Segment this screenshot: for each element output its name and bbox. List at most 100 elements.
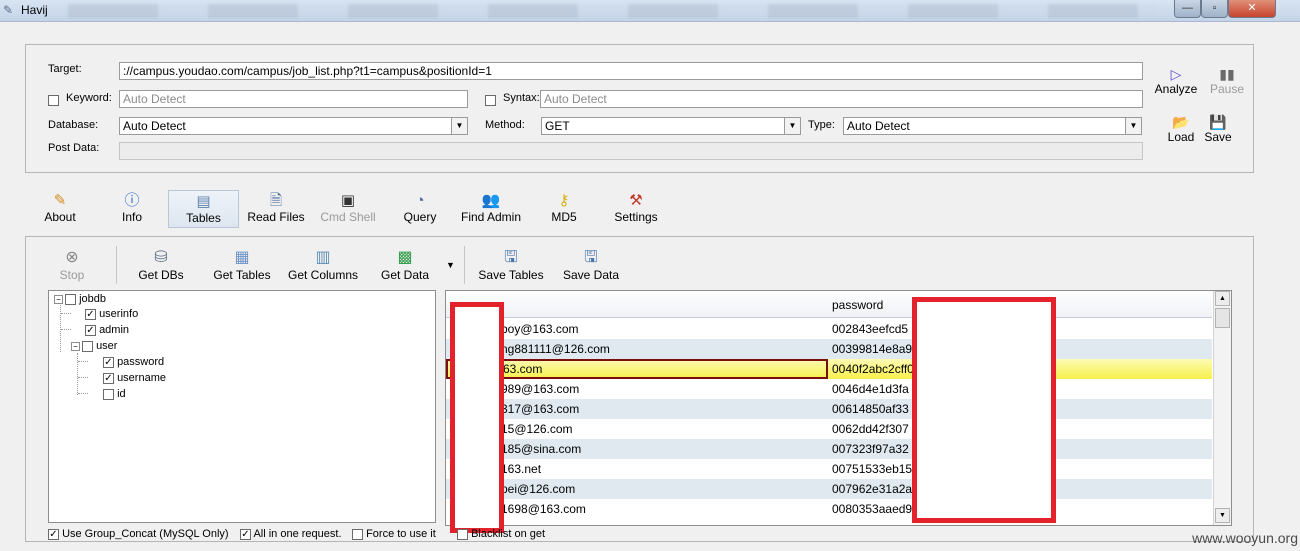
terminal-icon: ▣ xyxy=(340,192,356,209)
load-button[interactable]: 📂 Load xyxy=(1163,114,1199,144)
tree-checkbox[interactable]: ✓ xyxy=(103,356,114,368)
window-title: Havij xyxy=(21,3,48,17)
info-icon: ⓘ xyxy=(124,192,140,209)
method-select[interactable]: GET ▼ xyxy=(541,117,801,135)
tree-checkbox[interactable] xyxy=(65,293,76,305)
tree-node-column[interactable]: ✓ username xyxy=(103,371,166,385)
close-button[interactable]: ✕ xyxy=(1228,0,1276,18)
minimize-button[interactable]: — xyxy=(1174,0,1201,18)
table-row[interactable]: 1698@163.com 0080353aaed9 xyxy=(446,499,1212,519)
target-label: Target: xyxy=(48,63,82,75)
tree-checkbox[interactable]: ✓ xyxy=(85,308,96,320)
tab-about-label: About xyxy=(44,210,76,224)
toolbar-separator xyxy=(464,246,465,284)
tree-guide-line xyxy=(78,361,88,362)
force-checkbox[interactable] xyxy=(352,528,363,540)
table-row[interactable]: 163.net 00751533eb15 xyxy=(446,459,1212,479)
table-row[interactable]: 317@163.com 00614850af33 xyxy=(446,399,1212,419)
table-row[interactable]: ng881111@126.com 00399814e8a9 xyxy=(446,339,1212,359)
database-icon: ⛁ xyxy=(154,249,168,266)
all-in-one-option[interactable]: ✓ All in one request. xyxy=(240,528,342,540)
table-row[interactable]: pei@126.com 007962e31a2a xyxy=(446,479,1212,499)
table-row[interactable]: 989@163.com 0046d4e1d3fa xyxy=(446,379,1212,399)
tab-read-files[interactable]: 🗎 Read Files xyxy=(244,192,308,224)
tree-node-label: id xyxy=(117,388,126,400)
query-icon: ◔ xyxy=(415,192,425,209)
tree-node-column[interactable]: id xyxy=(103,387,126,401)
post-data-input[interactable] xyxy=(119,142,1143,160)
group-concat-checkbox[interactable]: ✓ xyxy=(48,528,59,540)
chevron-down-icon: ▼ xyxy=(784,118,800,134)
pencil-icon: ✎ xyxy=(53,192,67,209)
table-row[interactable]: 15@126.com 0062dd42f307 xyxy=(446,419,1212,439)
keyword-input[interactable]: Auto Detect xyxy=(119,90,468,108)
get-columns-label: Get Columns xyxy=(287,268,359,282)
type-select[interactable]: Auto Detect ▼ xyxy=(843,117,1142,135)
data-grid[interactable]: password boy@163.com 002843eefcd5 ng8811… xyxy=(445,290,1232,526)
target-url-input[interactable]: ://campus.youdao.com/campus/job_list.php… xyxy=(119,62,1143,80)
floppy-disk-icon: 🖫 xyxy=(504,249,518,266)
tree-checkbox[interactable]: ✓ xyxy=(85,324,96,336)
group-concat-label: Use Group_Concat (MySQL Only) xyxy=(62,528,229,540)
document-icon: 🗎 xyxy=(269,192,283,209)
get-tables-button[interactable]: ▦ Get Tables xyxy=(209,248,275,282)
get-data-label: Get Data xyxy=(380,268,430,282)
pause-button[interactable]: ▮▮ Pause xyxy=(1207,66,1247,96)
syntax-checkbox[interactable] xyxy=(485,93,496,107)
maximize-button[interactable]: ▫ xyxy=(1201,0,1228,18)
keyword-checkbox[interactable] xyxy=(48,93,59,107)
column-header-password[interactable]: password xyxy=(832,298,883,312)
scroll-down-icon[interactable]: ▼ xyxy=(1215,508,1230,523)
table-row-selected[interactable]: 63.com 0040f2abc2cff0 xyxy=(446,359,1212,379)
syntax-label: Syntax: xyxy=(503,92,540,104)
tree-checkbox[interactable] xyxy=(82,340,93,352)
tree-node-table[interactable]: ✓ userinfo xyxy=(85,307,138,321)
tab-find-admin[interactable]: 👥 Find Admin xyxy=(457,192,525,224)
blacklist-checkbox[interactable] xyxy=(457,528,468,540)
vertical-scrollbar[interactable]: ▲ ▼ xyxy=(1213,291,1231,525)
table-row[interactable]: 185@sina.com 007323f97a32 xyxy=(446,439,1212,459)
get-columns-button[interactable]: ▥ Get Columns xyxy=(285,248,361,282)
tab-md5[interactable]: ⚷ MD5 xyxy=(546,192,582,224)
tab-info[interactable]: ⓘ Info xyxy=(112,192,152,224)
blacklist-option[interactable]: Blacklist on get xyxy=(457,528,545,540)
collapse-icon[interactable]: − xyxy=(71,341,80,351)
database-tree[interactable]: − jobdb ✓ userinfo ✓ admin − user ✓ pass… xyxy=(48,290,436,523)
force-option[interactable]: Force to use it xyxy=(352,528,436,540)
tab-tables[interactable]: ▤ Tables xyxy=(168,190,239,228)
database-select[interactable]: Auto Detect ▼ xyxy=(119,117,468,135)
save-data-button[interactable]: 🖫 Save Data xyxy=(560,248,622,282)
analyze-button[interactable]: ▷ Analyze xyxy=(1153,66,1199,96)
tab-settings[interactable]: ⚒ Settings xyxy=(610,192,662,224)
table-row[interactable]: boy@163.com 002843eefcd5 xyxy=(446,319,1212,339)
all-in-one-checkbox[interactable]: ✓ xyxy=(240,528,251,540)
tree-guide-line xyxy=(61,313,71,314)
syntax-input[interactable]: Auto Detect xyxy=(540,90,1143,108)
floppy-disk-icon: 💾 xyxy=(1209,114,1227,130)
tab-cmd-shell[interactable]: ▣ Cmd Shell xyxy=(316,192,380,224)
tree-node-table[interactable]: ✓ admin xyxy=(85,323,129,337)
tab-query-label: Query xyxy=(403,210,437,224)
get-dbs-button[interactable]: ⛁ Get DBs xyxy=(135,248,187,282)
collapse-icon[interactable]: − xyxy=(54,294,63,304)
tab-query[interactable]: ◔ Query xyxy=(398,192,442,224)
redaction-box xyxy=(912,297,1056,523)
tree-checkbox[interactable]: ✓ xyxy=(103,372,114,384)
group-concat-option[interactable]: ✓ Use Group_Concat (MySQL Only) xyxy=(48,528,229,540)
scrollbar-thumb[interactable] xyxy=(1215,308,1230,328)
tree-node-db[interactable]: − jobdb xyxy=(54,292,106,306)
tree-checkbox[interactable] xyxy=(103,388,114,400)
tree-node-column[interactable]: ✓ password xyxy=(103,355,164,369)
stop-button[interactable]: ⊗ Stop xyxy=(53,248,91,282)
get-data-dropdown-icon[interactable]: ▼ xyxy=(446,260,455,270)
floppy-disk-icon: 🖫 xyxy=(584,249,598,266)
tree-node-table[interactable]: − user xyxy=(71,339,117,353)
get-tables-label: Get Tables xyxy=(213,268,271,282)
save-tables-button[interactable]: 🖫 Save Tables xyxy=(475,248,547,282)
get-data-button[interactable]: ▩ Get Data xyxy=(377,248,433,282)
force-label: Force to use it xyxy=(366,528,436,540)
tab-about[interactable]: ✎ About xyxy=(37,192,83,224)
save-button[interactable]: 💾 Save xyxy=(1201,114,1235,144)
scroll-up-icon[interactable]: ▲ xyxy=(1215,291,1230,306)
grid-icon: ▦ xyxy=(234,249,250,266)
